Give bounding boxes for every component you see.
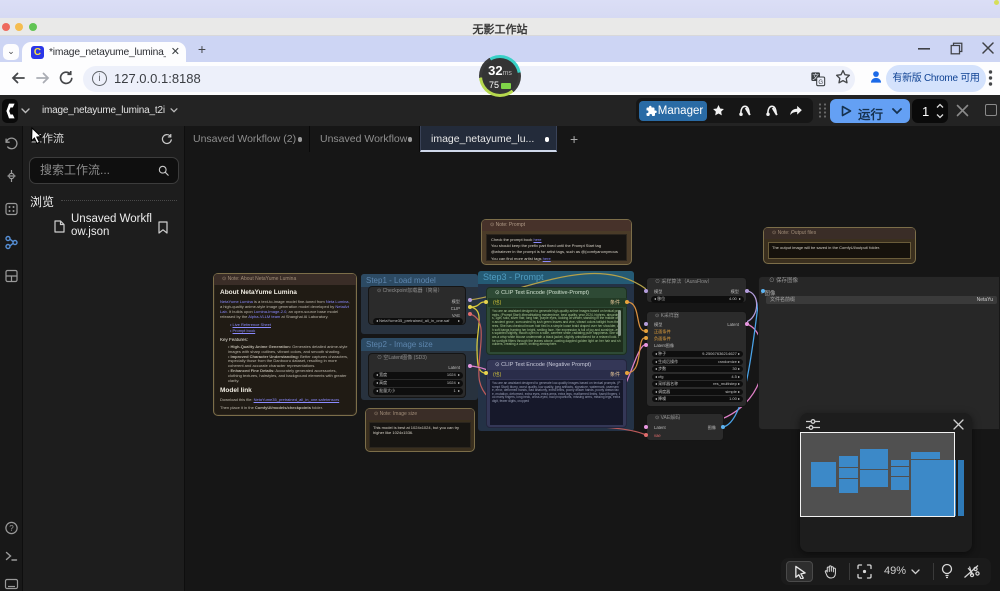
svg-text:?: ? (9, 524, 14, 533)
svg-text:G: G (818, 80, 823, 86)
